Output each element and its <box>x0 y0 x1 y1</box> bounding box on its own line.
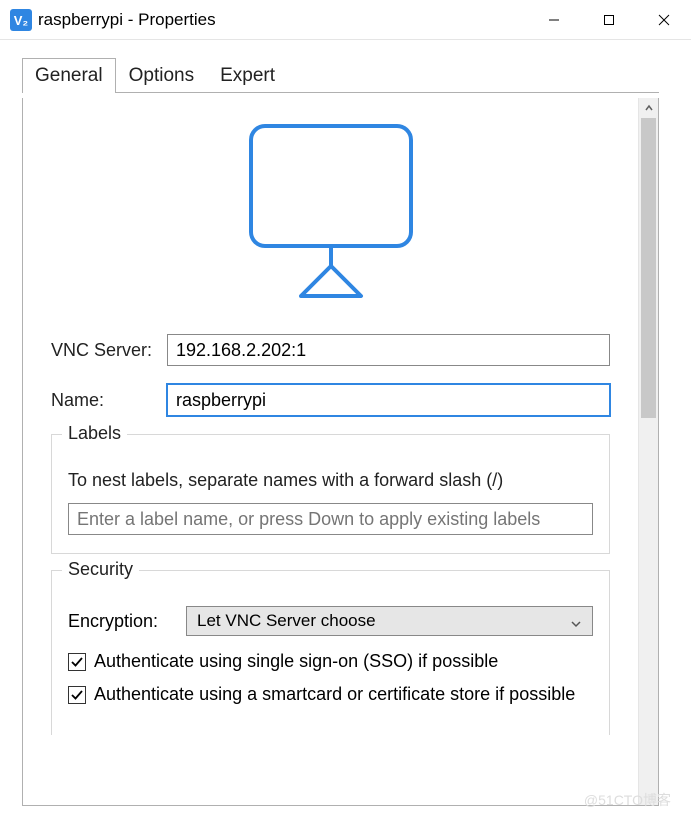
app-icon: V₂ <box>10 9 32 31</box>
vnc-server-label: VNC Server: <box>51 340 167 361</box>
scroll-up-arrow[interactable] <box>639 98 658 118</box>
close-button[interactable] <box>636 0 691 40</box>
labels-fieldset: Labels To nest labels, separate names wi… <box>51 434 610 554</box>
tab-underline <box>22 92 659 93</box>
tab-options[interactable]: Options <box>116 58 207 93</box>
smartcard-checkbox[interactable] <box>68 686 86 704</box>
sso-label: Authenticate using single sign-on (SSO) … <box>94 650 498 673</box>
labels-input[interactable] <box>68 503 593 535</box>
window-title: raspberrypi - Properties <box>38 10 526 30</box>
tab-strip: General Options Expert <box>0 40 691 93</box>
vnc-server-input[interactable] <box>167 334 610 366</box>
labels-legend: Labels <box>62 423 127 444</box>
monitor-graphic <box>51 116 610 306</box>
titlebar: V₂ raspberrypi - Properties <box>0 0 691 40</box>
name-input[interactable] <box>167 384 610 416</box>
scroll-thumb[interactable] <box>641 118 656 418</box>
tab-expert[interactable]: Expert <box>207 58 288 93</box>
monitor-icon <box>236 116 426 306</box>
encryption-value: Let VNC Server choose <box>197 611 376 631</box>
encryption-label: Encryption: <box>68 611 186 632</box>
chevron-down-icon <box>570 615 582 635</box>
encryption-dropdown[interactable]: Let VNC Server choose <box>186 606 593 636</box>
tab-general[interactable]: General <box>22 58 116 93</box>
watermark: @51CTO博客 <box>584 790 671 810</box>
scrollbar[interactable] <box>638 98 658 805</box>
smartcard-label: Authenticate using a smartcard or certif… <box>94 683 575 706</box>
sso-checkbox[interactable] <box>68 653 86 671</box>
minimize-button[interactable] <box>526 0 581 40</box>
maximize-button[interactable] <box>581 0 636 40</box>
name-label: Name: <box>51 390 167 411</box>
labels-hint: To nest labels, separate names with a fo… <box>68 470 593 491</box>
security-legend: Security <box>62 559 139 580</box>
security-fieldset: Security Encryption: Let VNC Server choo… <box>51 570 610 735</box>
content-panel: VNC Server: Name: Labels To nest labels,… <box>22 98 659 806</box>
svg-text:V₂: V₂ <box>14 13 29 28</box>
